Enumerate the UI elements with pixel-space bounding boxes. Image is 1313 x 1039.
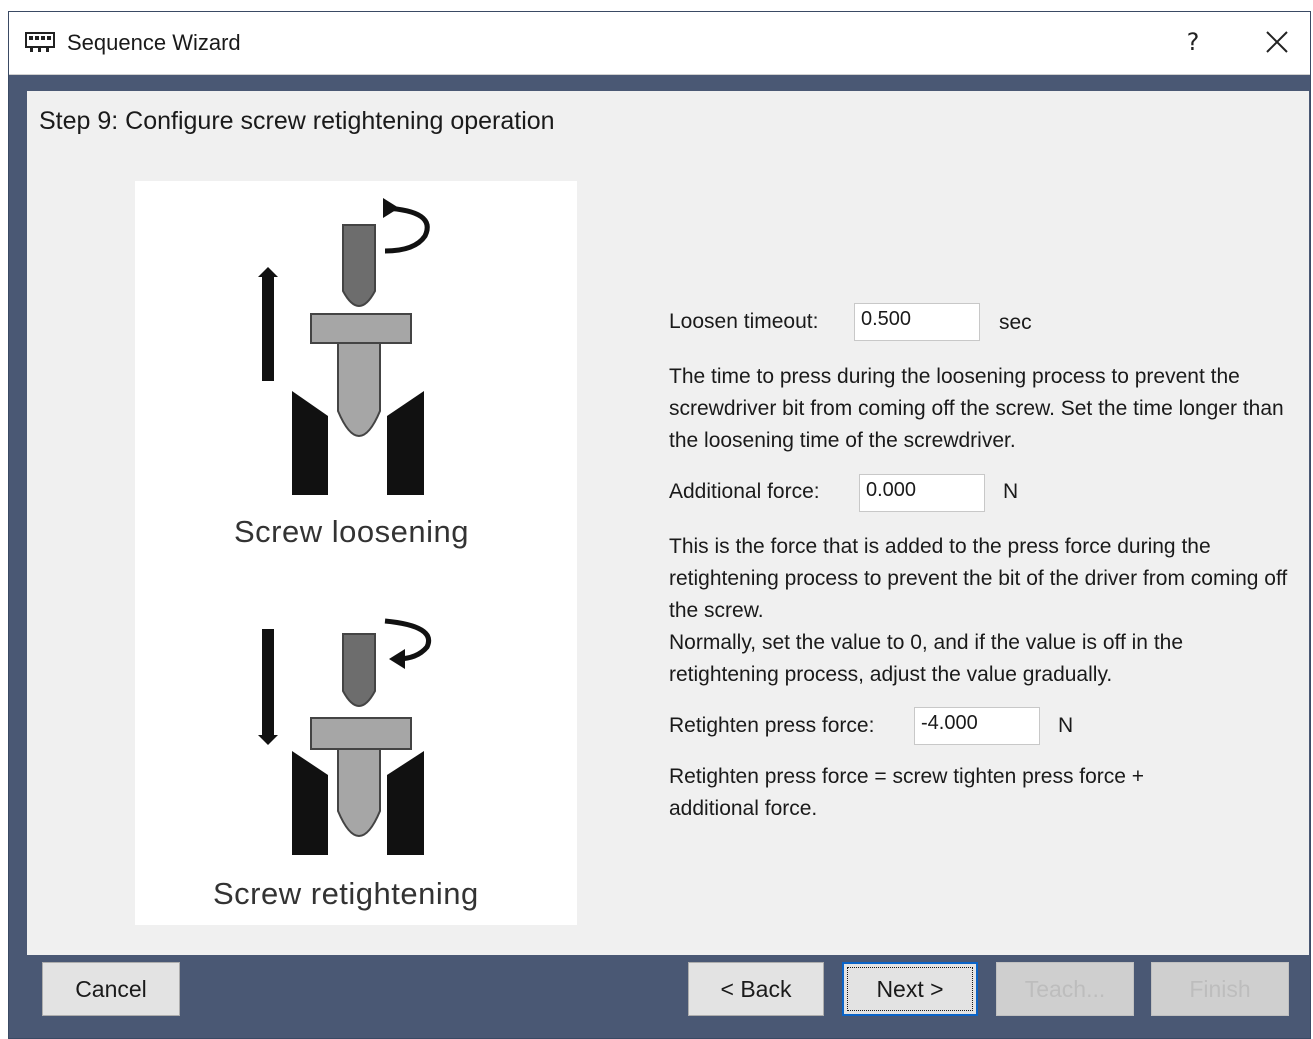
wizard-window: Sequence Wizard ? Step 9: Configure scre… <box>8 11 1311 1039</box>
additional-force-note: Normally, set the value to 0, and if the… <box>669 631 1184 686</box>
next-button[interactable]: Next > <box>842 962 978 1016</box>
retighten-press-force-unit: N <box>1058 714 1074 737</box>
next-button-label: Next > <box>876 975 944 1002</box>
step-title: Step 9: Configure screw retightening ope… <box>39 107 555 135</box>
additional-force-input[interactable]: 0.000 <box>859 474 985 512</box>
loosen-timeout-unit: sec <box>999 311 1032 334</box>
caption-screw-retightening: Screw retightening <box>213 876 479 911</box>
caption-screw-loosening: Screw loosening <box>234 514 469 549</box>
back-button[interactable]: < Back <box>688 962 824 1016</box>
additional-force-description: This is the force that is added to the p… <box>669 535 1288 622</box>
wizard-app-icon <box>25 32 55 52</box>
loosen-timeout-input[interactable]: 0.500 <box>854 303 980 341</box>
retighten-press-force-input[interactable]: -4.000 <box>914 707 1040 745</box>
close-button[interactable] <box>1255 20 1299 64</box>
teach-button[interactable]: Teach... <box>996 962 1134 1016</box>
retighten-press-force-description: Retighten press force = screw tighten pr… <box>669 765 1145 820</box>
finish-button-label: Finish <box>1189 975 1251 1002</box>
teach-button-label: Teach... <box>1024 975 1106 1002</box>
screw-loosening-diagram <box>258 198 431 855</box>
close-icon <box>1266 31 1288 53</box>
cancel-button[interactable]: Cancel <box>42 962 180 1016</box>
cancel-button-label: Cancel <box>75 975 147 1002</box>
back-button-label: < Back <box>720 975 792 1002</box>
loosen-timeout-label: Loosen timeout: <box>669 310 819 333</box>
window-title: Sequence Wizard <box>67 30 241 55</box>
help-button[interactable]: ? <box>1173 20 1213 64</box>
step-content-panel: Step 9: Configure screw retightening ope… <box>27 91 1309 955</box>
loosen-timeout-description: The time to press during the loosening p… <box>669 365 1284 452</box>
title-bar: Sequence Wizard ? <box>9 12 1310 75</box>
screw-illustration: Screw loosening Screw retightening <box>135 181 577 925</box>
additional-force-unit: N <box>1003 480 1019 503</box>
finish-button[interactable]: Finish <box>1151 962 1289 1016</box>
additional-force-label: Additional force: <box>669 480 820 503</box>
retighten-press-force-label: Retighten press force: <box>669 714 875 737</box>
